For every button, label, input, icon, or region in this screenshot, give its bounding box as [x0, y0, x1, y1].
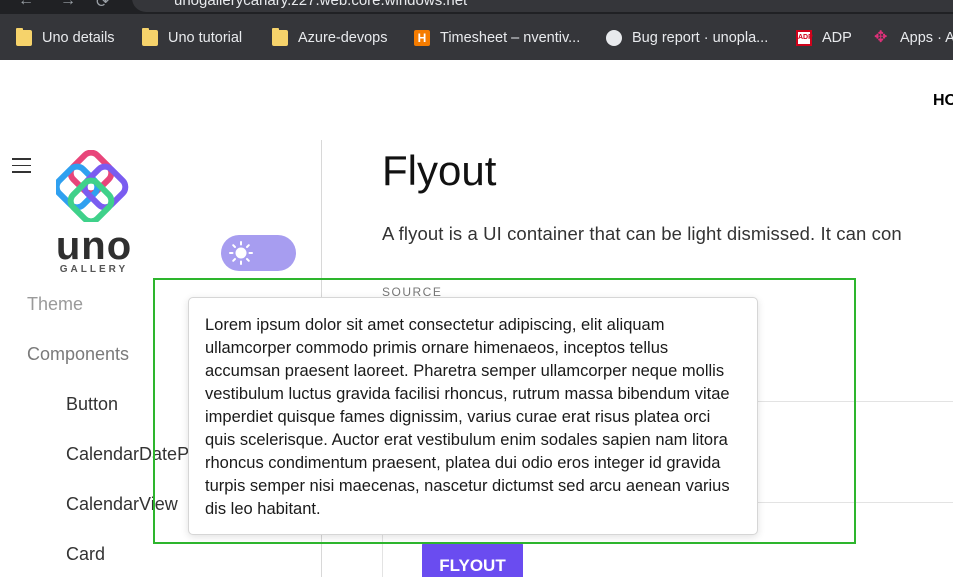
url-text[interactable]: unogallerycanary.z27.web.core.windows.ne… — [174, 0, 467, 9]
bookmark-apps[interactable]: ✥ Apps · A — [874, 28, 953, 48]
bookmark-adp[interactable]: ADP ADP — [796, 28, 852, 48]
page-root: ← → ⟳ unogallerycanary.z27.web.core.wind… — [0, 0, 953, 577]
apps-icon: ✥ — [874, 29, 888, 46]
page-description: A flyout is a UI container that can be l… — [382, 223, 902, 244]
logo-subtitle: GALLERY — [59, 264, 129, 275]
github-icon — [606, 30, 622, 46]
folder-icon — [16, 28, 32, 46]
top-nav-home-link[interactable]: HO — [933, 92, 953, 110]
sidebar-heading-components[interactable]: Components — [27, 344, 129, 365]
bookmark-label: Azure-devops — [298, 30, 388, 46]
bookmark-timesheet[interactable]: H Timesheet – nventiv... — [414, 28, 580, 48]
sidebar-item-calendardatepicker[interactable]: CalendarDatePi — [66, 444, 193, 465]
logo-wordmark: uno — [55, 224, 133, 268]
theme-toggle[interactable] — [221, 235, 296, 271]
flyout-text: Lorem ipsum dolor sit amet consectetur a… — [205, 316, 730, 518]
sun-icon — [229, 241, 253, 265]
hamburger-menu-icon[interactable] — [12, 158, 31, 178]
page-title: Flyout — [382, 147, 497, 194]
bookmark-uno-tutorial[interactable]: Uno tutorial — [142, 28, 242, 48]
sidebar-item-calendarview[interactable]: CalendarView — [66, 494, 178, 515]
bookmarks-bar: Uno details Uno tutorial Azure-devops H … — [0, 14, 953, 60]
flyout-popup[interactable]: Lorem ipsum dolor sit amet consectetur a… — [188, 297, 758, 535]
bookmark-uno-details[interactable]: Uno details — [16, 28, 115, 48]
folder-icon — [272, 28, 288, 46]
h-logo-icon: H — [414, 30, 430, 46]
bookmark-label: Timesheet – nventiv... — [440, 30, 581, 46]
bookmark-label: Apps · A — [900, 30, 953, 46]
bookmark-bug-report[interactable]: Bug report · unopla... — [606, 28, 768, 48]
forward-icon[interactable]: → — [60, 0, 76, 10]
bookmark-label: Bug report · unopla... — [632, 30, 769, 46]
bookmark-label: Uno details — [42, 30, 115, 46]
sidebar-item-button[interactable]: Button — [66, 394, 118, 415]
bookmark-label: Uno tutorial — [168, 30, 243, 46]
folder-icon — [142, 28, 158, 46]
sidebar-item-theme[interactable]: Theme — [27, 294, 83, 315]
reload-icon[interactable]: ⟳ — [96, 0, 109, 12]
flyout-button[interactable]: FLYOUT — [422, 542, 523, 577]
uno-logo-icon — [56, 150, 129, 222]
adp-icon: ADP — [796, 30, 813, 46]
bookmark-label: ADP — [822, 30, 852, 46]
address-bar-strip: ← → ⟳ unogallerycanary.z27.web.core.wind… — [0, 0, 953, 14]
bookmark-azure-devops[interactable]: Azure-devops — [272, 28, 387, 48]
sidebar-item-card[interactable]: Card — [66, 544, 105, 565]
back-icon[interactable]: ← — [18, 0, 34, 10]
